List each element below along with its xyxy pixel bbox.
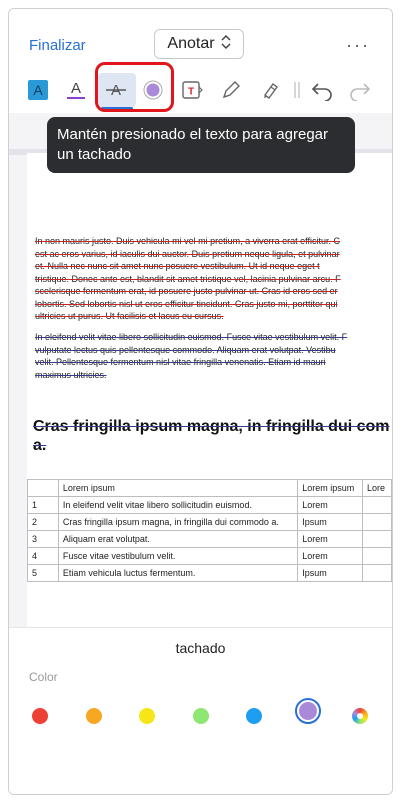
pencil-icon[interactable] — [218, 77, 244, 103]
table-cell: 5 — [27, 564, 59, 582]
paragraph-2[interactable]: In eleifend velit vitae libero sollicitu… — [35, 331, 392, 381]
marker-icon[interactable] — [257, 77, 283, 103]
table-cell: Cras fringilla ipsum magna, in fringilla… — [57, 513, 299, 531]
table-cell: Lore — [361, 479, 392, 497]
color-section-label: Color — [29, 670, 58, 684]
table-cell: 2 — [27, 513, 59, 531]
color-swatch-red[interactable] — [32, 708, 48, 724]
document-table: Lorem ipsum Lorem ipsum Lore 1 In eleife… — [27, 479, 392, 582]
table-cell — [361, 530, 392, 548]
color-swatch-blue[interactable] — [246, 708, 262, 724]
annotation-toolbar: A A A T — [9, 69, 392, 113]
app-frame: Finalizar Anotar ··· A A A T In non maur… — [8, 8, 393, 795]
table-cell: Aliquam erat volutpat. — [57, 530, 299, 548]
table-cell — [361, 496, 392, 514]
color-swatch-yellow[interactable] — [139, 708, 155, 724]
mode-selector[interactable]: Anotar — [154, 29, 244, 59]
table-row: 5 Etiam vehicula luctus fermentum. Ipsum — [27, 564, 392, 582]
document-heading-continuation[interactable]: a. — [33, 437, 46, 455]
table-cell: Lorem — [297, 547, 363, 565]
table-cell: 3 — [27, 530, 59, 548]
svg-text:T: T — [188, 87, 194, 98]
text-box-icon[interactable]: T — [179, 77, 205, 103]
svg-text:A: A — [33, 82, 43, 98]
redo-icon[interactable] — [347, 77, 373, 103]
mode-selector-label: Anotar — [167, 35, 215, 52]
strikethrough-tooltip: Mantén presionado el texto para agregar … — [47, 117, 355, 173]
toolbar-divider-icon — [291, 77, 303, 103]
tool-options-sheet: tachado Color — [9, 627, 392, 794]
color-swatch-green[interactable] — [193, 708, 209, 724]
table-cell: In eleifend velit vitae libero sollicitu… — [57, 496, 299, 514]
more-options-icon[interactable]: ··· — [346, 35, 370, 56]
table-cell: Lorem — [297, 530, 363, 548]
document-heading[interactable]: Cras fringilla ipsum magna, in fringilla… — [33, 417, 392, 437]
table-cell: Fusce vitae vestibulum velit. — [57, 547, 299, 565]
color-swatch-multicolor-icon[interactable] — [352, 708, 368, 724]
table-row: 1 In eleifend velit vitae libero sollici… — [27, 496, 392, 514]
table-row: Lorem ipsum Lorem ipsum Lore — [27, 479, 392, 497]
callout-highlight-box — [95, 62, 174, 112]
highlight-text-icon[interactable]: A — [25, 77, 51, 103]
table-cell: Etiam vehicula luctus fermentum. — [57, 564, 299, 582]
multicolor-center — [357, 713, 363, 719]
table-cell: Lorem ipsum — [57, 479, 299, 497]
paragraph-1[interactable]: In non mauris justo. Duis vehicula mi ve… — [35, 235, 392, 323]
undo-icon[interactable] — [309, 77, 335, 103]
table-cell: 1 — [27, 496, 59, 514]
table-cell — [361, 513, 392, 531]
table-cell — [361, 564, 392, 582]
color-swatch-orange[interactable] — [86, 708, 102, 724]
table-cell: Ipsum — [297, 564, 363, 582]
table-row: 4 Fusce vitae vestibulum velit. Lorem — [27, 547, 392, 565]
done-button[interactable]: Finalizar — [29, 37, 86, 54]
table-row: 2 Cras fringilla ipsum magna, in fringil… — [27, 513, 392, 531]
table-row: 3 Aliquam erat volutpat. Lorem — [27, 530, 392, 548]
svg-text:A: A — [71, 80, 81, 97]
sheet-title: tachado — [175, 640, 226, 656]
table-cell: 4 — [27, 547, 59, 565]
table-cell — [27, 479, 59, 497]
underline-text-icon[interactable]: A — [63, 77, 89, 103]
table-cell: Ipsum — [297, 513, 363, 531]
updown-chevron-icon — [221, 33, 231, 56]
table-cell — [361, 547, 392, 565]
table-cell: Lorem — [297, 496, 363, 514]
color-swatch-purple[interactable] — [299, 702, 317, 720]
table-cell: Lorem ipsum — [297, 479, 363, 497]
top-bar: Finalizar Anotar ··· — [9, 9, 392, 69]
